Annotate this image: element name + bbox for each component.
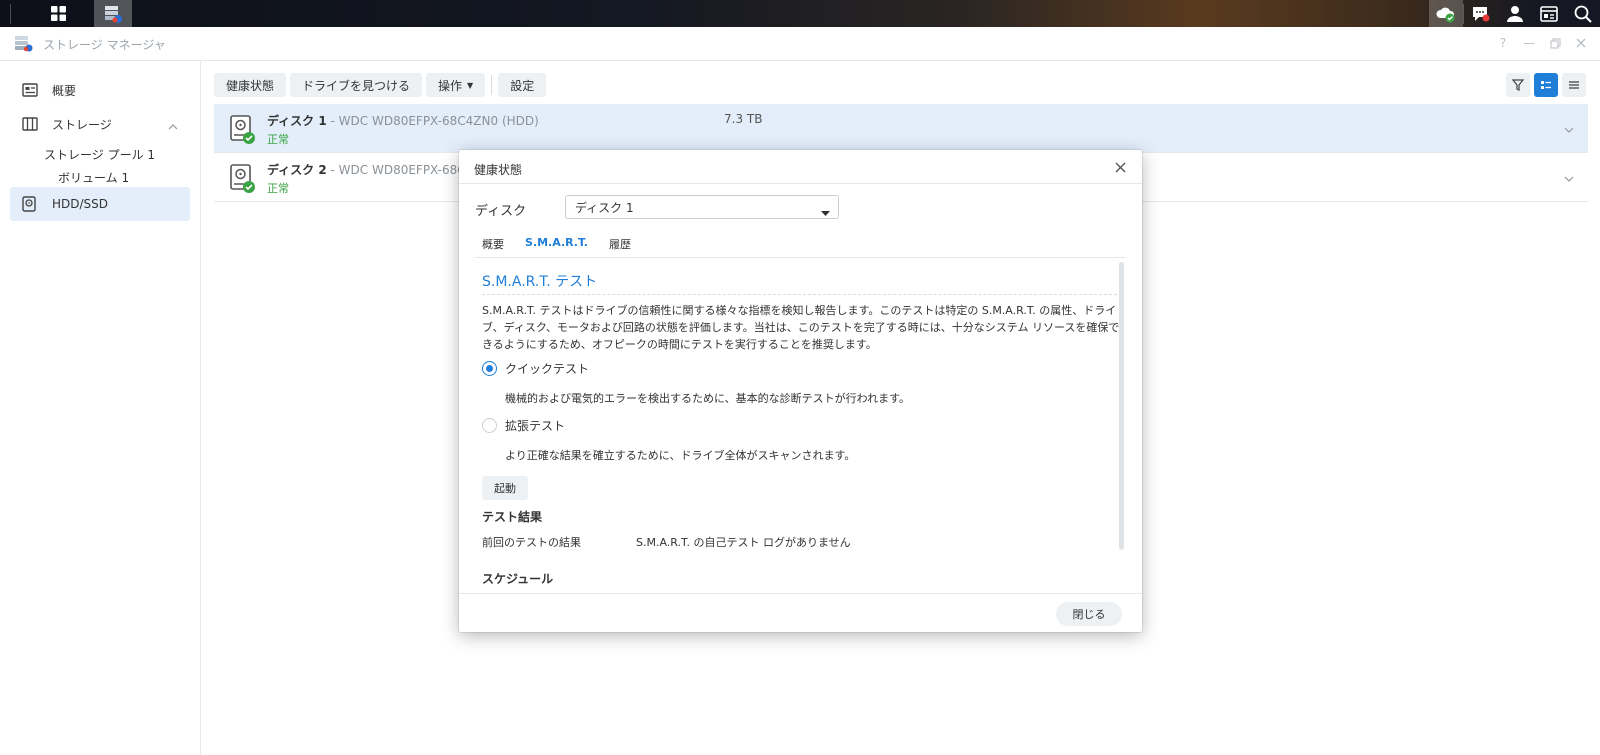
disk-size: 7.3 TB bbox=[724, 112, 763, 126]
divider bbox=[459, 183, 1142, 184]
toolbar-divider bbox=[491, 75, 493, 95]
storage-manager-icon bbox=[14, 35, 34, 56]
help-icon[interactable]: ? bbox=[1492, 33, 1514, 53]
tab-divider bbox=[475, 257, 1125, 258]
chat-notification-icon bbox=[1473, 6, 1490, 21]
disk-select[interactable]: ディスク 1 bbox=[565, 195, 839, 219]
health-button[interactable]: 健康状態 bbox=[214, 73, 287, 97]
restore-icon[interactable] bbox=[1544, 33, 1566, 53]
sidebar: 概要 ストレージ ストレージ プール 1 ボリューム 1 HDD/SSD bbox=[0, 61, 201, 755]
health-dialog: 健康状態 ディスク ディスク 1 概要 S.M.A.R.T. 履歴 S.M.A.… bbox=[459, 150, 1142, 632]
chevron-down-icon[interactable] bbox=[1564, 171, 1574, 185]
smart-description: S.M.A.R.T. テストはドライブの信頼性に関する様々な指標を検知し報告しま… bbox=[482, 304, 1120, 351]
section-divider bbox=[482, 294, 1122, 295]
disk-status: 正常 bbox=[267, 133, 289, 146]
disk-field-label: ディスク bbox=[475, 204, 527, 219]
user-icon bbox=[1507, 5, 1523, 22]
quick-test-option[interactable]: クイックテスト bbox=[482, 360, 589, 377]
overview-icon bbox=[22, 83, 42, 97]
quick-test-radio[interactable] bbox=[482, 361, 497, 376]
taskbar-divider bbox=[10, 4, 11, 24]
action-menu-button[interactable]: 操作 ▼ bbox=[426, 73, 486, 97]
section-title: S.M.A.R.T. テスト bbox=[482, 274, 598, 290]
scrollbar[interactable] bbox=[1119, 262, 1124, 550]
list-view-icon bbox=[1541, 81, 1551, 89]
window-title: ストレージ マネージャ bbox=[43, 38, 166, 52]
chevron-up-icon[interactable] bbox=[168, 119, 178, 133]
disk-status: 正常 bbox=[267, 182, 289, 195]
sidebar-item-volume[interactable]: ボリューム 1 bbox=[58, 169, 129, 186]
sidebar-item-hdd-ssd[interactable]: HDD/SSD bbox=[10, 187, 190, 221]
sidebar-item-label: HDD/SSD bbox=[52, 197, 109, 211]
user-button[interactable] bbox=[1498, 0, 1532, 27]
filter-button[interactable] bbox=[1506, 73, 1530, 97]
close-icon[interactable] bbox=[1570, 33, 1592, 53]
filter-icon bbox=[1512, 79, 1524, 91]
storage-icon bbox=[22, 117, 42, 131]
grid-icon bbox=[50, 6, 66, 21]
caret-down-icon bbox=[821, 205, 830, 219]
schedule-title: スケジュール bbox=[482, 572, 554, 586]
hdd-ok-icon bbox=[230, 164, 255, 193]
close-icon[interactable] bbox=[1112, 159, 1128, 175]
sidebar-item-label: 概要 bbox=[52, 83, 77, 98]
extended-test-radio[interactable] bbox=[482, 418, 497, 433]
window-controls: ? — bbox=[1492, 33, 1592, 53]
caret-down-icon: ▼ bbox=[467, 80, 474, 90]
view-controls bbox=[1506, 73, 1586, 97]
widgets-button[interactable] bbox=[1532, 0, 1566, 27]
search-button[interactable] bbox=[1566, 0, 1600, 27]
close-button[interactable]: 閉じる bbox=[1056, 602, 1122, 626]
action-menu-label: 操作 bbox=[438, 78, 463, 93]
quick-test-description: 機械的および電気的エラーを検出するために、基本的な診断テストが行われます。 bbox=[505, 392, 911, 405]
locate-drive-button[interactable]: ドライブを見つける bbox=[290, 73, 423, 97]
sidebar-item-storage[interactable]: ストレージ bbox=[10, 107, 190, 141]
notifications-button[interactable] bbox=[1464, 0, 1498, 27]
hdd-ok-icon bbox=[230, 115, 255, 144]
footer-divider bbox=[459, 593, 1142, 594]
search-icon bbox=[1574, 5, 1592, 23]
minimize-icon[interactable]: — bbox=[1518, 33, 1540, 53]
window-header: ストレージ マネージャ ? — bbox=[0, 27, 1600, 61]
dialog-tabs: 概要 S.M.A.R.T. 履歴 bbox=[482, 236, 652, 258]
cloud-check-icon bbox=[1436, 7, 1455, 22]
disk-select-value: ディスク 1 bbox=[575, 200, 634, 215]
last-result-label: 前回のテストの結果 bbox=[482, 536, 581, 549]
tab-history[interactable]: 履歴 bbox=[609, 236, 631, 258]
taskbar-tray bbox=[1429, 0, 1600, 27]
results-title: テスト結果 bbox=[482, 510, 543, 524]
settings-button[interactable]: 設定 bbox=[498, 73, 547, 97]
disk-name: ディスク 1 - WDC WD80EFPX-68C4ZN0 (HDD) bbox=[267, 114, 539, 128]
start-button[interactable]: 起動 bbox=[482, 476, 528, 500]
disk-row[interactable]: ディスク 1 - WDC WD80EFPX-68C4ZN0 (HDD) 正常 7… bbox=[214, 104, 1588, 153]
storage-manager-taskbar-button[interactable] bbox=[94, 0, 132, 27]
taskbar bbox=[0, 0, 1600, 27]
last-result-value: S.M.A.R.T. の自己テスト ログがありません bbox=[636, 536, 851, 549]
chevron-down-icon[interactable] bbox=[1564, 122, 1574, 136]
toolbar: 健康状態 ドライブを見つける 操作 ▼ 設定 bbox=[214, 73, 547, 97]
cloud-sync-button[interactable] bbox=[1429, 0, 1463, 27]
hdd-icon bbox=[22, 196, 42, 212]
disk-name: ディスク 2 - WDC WD80EFPX-68C4 bbox=[267, 163, 474, 177]
extended-test-option[interactable]: 拡張テスト bbox=[482, 417, 565, 434]
tab-overview[interactable]: 概要 bbox=[482, 236, 504, 258]
sidebar-item-label: ストレージ bbox=[52, 117, 112, 132]
extended-test-label: 拡張テスト bbox=[505, 419, 566, 433]
sidebar-item-overview[interactable]: 概要 bbox=[10, 73, 190, 107]
dialog-title: 健康状態 bbox=[474, 163, 523, 177]
compact-view-button[interactable] bbox=[1562, 73, 1586, 97]
smart-panel: S.M.A.R.T. テスト S.M.A.R.T. テストはドライブの信頼性に関… bbox=[482, 264, 1122, 594]
dashboard-icon bbox=[1540, 5, 1558, 22]
extended-test-description: より正確な結果を確立するために、ドライブ全体がスキャンされます。 bbox=[505, 449, 856, 462]
sidebar-item-storage-pool[interactable]: ストレージ プール 1 bbox=[44, 146, 155, 163]
menu-icon bbox=[1569, 81, 1579, 89]
quick-test-label: クイックテスト bbox=[505, 362, 590, 376]
main-menu-button[interactable] bbox=[40, 0, 76, 27]
tab-smart[interactable]: S.M.A.R.T. bbox=[525, 236, 588, 258]
list-view-button[interactable] bbox=[1534, 73, 1558, 97]
storage-manager-icon bbox=[105, 5, 122, 23]
